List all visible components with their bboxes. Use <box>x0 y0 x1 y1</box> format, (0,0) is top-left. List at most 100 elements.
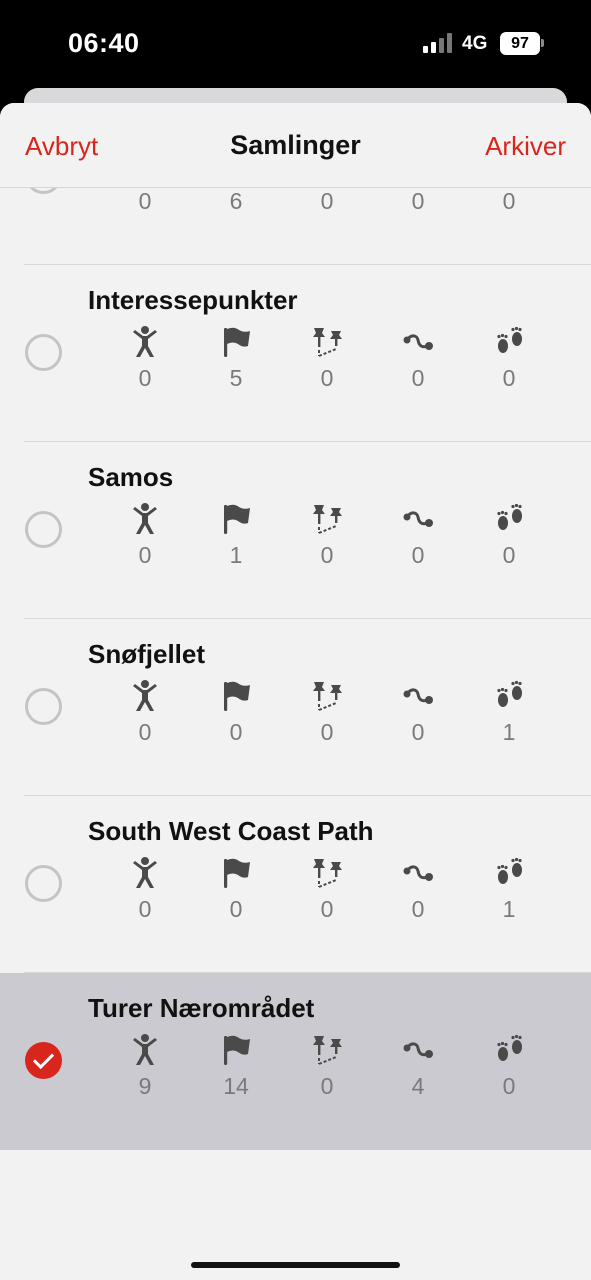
flag-icon <box>206 856 266 890</box>
pins-icon <box>297 502 357 536</box>
stat-count: 0 <box>138 542 152 568</box>
collection-row[interactable]: South West Coast Path 0 0 0 0 1 <box>0 796 591 973</box>
home-indicator[interactable] <box>191 1262 400 1268</box>
collection-stat: 0 <box>115 325 175 392</box>
stat-count: 0 <box>320 542 334 568</box>
collection-stat: 0 <box>297 502 357 569</box>
collection-stat: 9 <box>115 1033 175 1100</box>
status-bar: 06:40 4G 97 <box>0 0 591 88</box>
battery-icon: 97 <box>500 32 540 55</box>
collection-stat: 1 <box>206 502 266 569</box>
stat-count: 5 <box>229 365 243 391</box>
radio-button[interactable] <box>25 688 62 725</box>
pins-icon <box>297 1033 357 1067</box>
collection-row[interactable]: Snøfjellet 0 0 0 0 1 <box>0 619 591 796</box>
stat-count: 0 <box>411 896 425 922</box>
footprints-icon <box>479 325 539 359</box>
radio-button[interactable] <box>25 511 62 548</box>
footprints-icon <box>479 679 539 713</box>
stat-count: 14 <box>223 1073 249 1099</box>
collection-stat: 0 <box>115 856 175 923</box>
archive-button[interactable]: Arkiver <box>485 131 566 162</box>
collection-stat: 0 <box>297 1033 357 1100</box>
stat-count: 0 <box>320 719 334 745</box>
stat-count: 0 <box>502 1073 516 1099</box>
footprints-icon <box>479 1033 539 1067</box>
flag-icon <box>206 325 266 359</box>
collection-row[interactable]: Interessepunkter 0 5 0 0 0 <box>0 265 591 442</box>
stat-count: 0 <box>502 188 516 214</box>
collection-stat: 0 <box>206 856 266 923</box>
stat-count: 0 <box>138 719 152 745</box>
pins-icon <box>297 679 357 713</box>
stat-count: 0 <box>320 188 334 214</box>
collection-name: South West Coast Path <box>88 816 374 846</box>
collection-row[interactable]: Samos 0 1 0 0 0 <box>0 442 591 619</box>
pins-icon <box>297 325 357 359</box>
collection-stat: 0 <box>479 502 539 569</box>
stat-count: 0 <box>411 188 425 214</box>
stat-count: 1 <box>502 719 516 745</box>
flag-icon <box>206 1033 266 1067</box>
stat-count: 6 <box>229 188 243 214</box>
stat-count: 4 <box>411 1073 425 1099</box>
footprints-icon <box>479 502 539 536</box>
collection-stat: 14 <box>206 1033 266 1100</box>
battery-nub <box>541 39 544 47</box>
person-icon <box>115 856 175 890</box>
collections-sheet: Avbryt Samlinger Arkiver Fjell06000Inter… <box>0 103 591 1280</box>
route-icon <box>388 325 448 359</box>
stat-count: 0 <box>138 188 152 214</box>
stat-count: 0 <box>229 896 243 922</box>
collection-stat: 1 <box>479 679 539 746</box>
stat-count: 0 <box>138 896 152 922</box>
radio-button[interactable] <box>25 865 62 902</box>
route-icon <box>388 502 448 536</box>
stat-count: 1 <box>229 542 243 568</box>
collection-stat: 0 <box>115 502 175 569</box>
stat-count: 0 <box>320 896 334 922</box>
collection-row[interactable]: Turer Nærområdet 9 14 0 4 0 <box>0 973 591 1150</box>
collection-name: Interessepunkter <box>88 285 298 315</box>
collection-stat: 0 <box>388 679 448 746</box>
collection-stat: 1 <box>479 856 539 923</box>
flag-icon <box>206 679 266 713</box>
person-icon <box>115 679 175 713</box>
collection-stat: 0 <box>206 679 266 746</box>
stat-count: 1 <box>502 896 516 922</box>
network-type: 4G <box>462 33 488 54</box>
route-icon <box>388 1033 448 1067</box>
footprints-icon <box>479 856 539 890</box>
checkmark-icon[interactable] <box>25 1042 62 1079</box>
stat-count: 0 <box>411 365 425 391</box>
collection-stat: 4 <box>388 1033 448 1100</box>
flag-icon <box>206 502 266 536</box>
collection-stat: 0 <box>388 325 448 392</box>
stat-count: 0 <box>411 542 425 568</box>
stat-count: 0 <box>229 719 243 745</box>
stat-count: 9 <box>138 1073 152 1099</box>
status-time: 06:40 <box>68 28 140 58</box>
stat-count: 0 <box>411 719 425 745</box>
person-icon <box>115 1033 175 1067</box>
stat-count: 0 <box>138 365 152 391</box>
collection-stat: 0 <box>297 679 357 746</box>
person-icon <box>115 325 175 359</box>
nav-bar: Avbryt Samlinger Arkiver <box>0 103 591 188</box>
collection-name: Samos <box>88 462 174 492</box>
stat-count: 0 <box>320 365 334 391</box>
collection-stat: 0 <box>115 679 175 746</box>
stat-count: 0 <box>320 1073 334 1099</box>
radio-button[interactable] <box>25 334 62 371</box>
collection-stat: 0 <box>388 856 448 923</box>
cellular-signal-icon <box>423 33 453 53</box>
collection-name: Snøfjellet <box>88 639 206 669</box>
collection-stat: 5 <box>206 325 266 392</box>
collection-stat: 0 <box>479 1033 539 1100</box>
collection-stat: 0 <box>297 856 357 923</box>
collection-stat: 0 <box>479 325 539 392</box>
collection-stat: 0 <box>297 325 357 392</box>
route-icon <box>388 856 448 890</box>
collection-name: Turer Nærområdet <box>88 993 315 1023</box>
collection-stat: 0 <box>388 502 448 569</box>
